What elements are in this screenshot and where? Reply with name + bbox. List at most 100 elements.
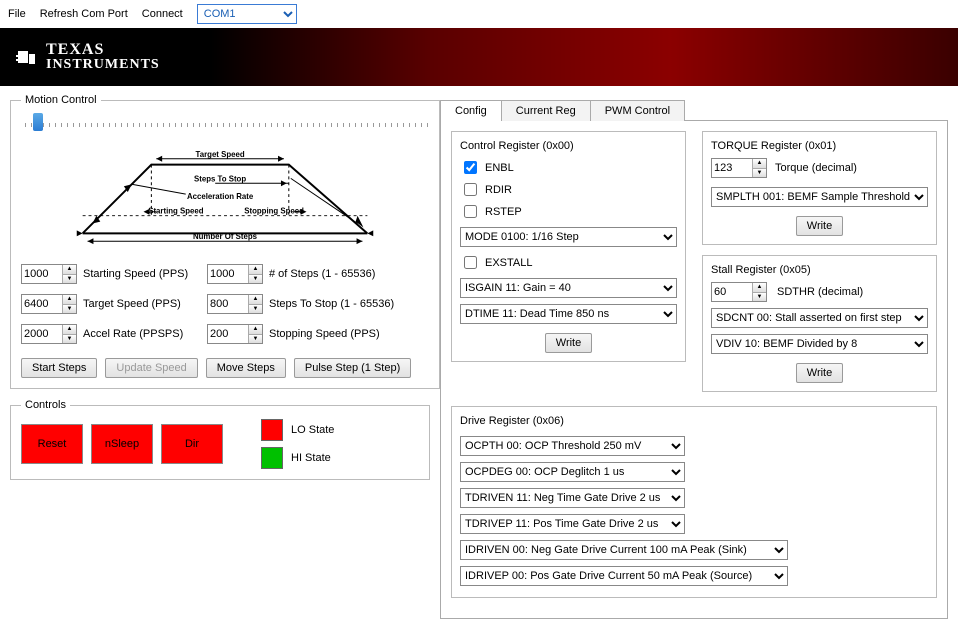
ti-wordmark: TEXAS INSTRUMENTS: [46, 42, 160, 72]
spin-up-icon[interactable]: ▲: [753, 159, 766, 169]
menu-refresh-com[interactable]: Refresh Com Port: [40, 8, 128, 20]
num-steps-label: # of Steps (1 - 65536): [269, 268, 429, 280]
stall-write-button[interactable]: Write: [796, 363, 843, 383]
control-register-title: Control Register (0x00): [460, 140, 677, 152]
ti-chip-icon: [14, 45, 38, 69]
spin-down-icon[interactable]: ▼: [753, 293, 766, 302]
nsleep-button[interactable]: nSleep: [91, 424, 153, 464]
exstall-checkbox[interactable]: [464, 256, 477, 269]
vdiv-select[interactable]: VDIV 10: BEMF Divided by 8: [711, 334, 928, 354]
state-legend: LO State HI State: [261, 419, 334, 469]
ocpdeg-select[interactable]: OCPDEG 00: OCP Deglitch 1 us: [460, 462, 685, 482]
rdir-label: RDIR: [485, 184, 512, 196]
idriven-select[interactable]: IDRIVEN 00: Neg Gate Drive Current 100 m…: [460, 540, 788, 560]
controls-group: Controls Reset nSleep Dir LO State HI St…: [10, 399, 430, 480]
tdriven-select[interactable]: TDRIVEN 11: Neg Time Gate Drive 2 us: [460, 488, 685, 508]
tdrivep-select[interactable]: TDRIVEP 11: Pos Time Gate Drive 2 us: [460, 514, 685, 534]
svg-text:Starting Speed: Starting Speed: [148, 207, 204, 216]
stopping-speed-label: Stopping Speed (PPS): [269, 328, 429, 340]
com-port-select[interactable]: COM1: [197, 4, 297, 24]
hi-state-label: HI State: [291, 452, 331, 464]
speed-slider[interactable]: [25, 123, 429, 127]
torque-write-button[interactable]: Write: [796, 216, 843, 236]
tab-pwm[interactable]: PWM Control: [590, 100, 685, 121]
dir-button[interactable]: Dir: [161, 424, 223, 464]
reset-button[interactable]: Reset: [21, 424, 83, 464]
enbl-checkbox[interactable]: [464, 161, 477, 174]
spin-down-icon[interactable]: ▼: [249, 305, 262, 314]
enbl-label: ENBL: [485, 162, 514, 174]
target-speed-label: Target Speed (PPS): [83, 298, 203, 310]
motion-params-grid: ▲▼ Starting Speed (PPS) ▲▼ # of Steps (1…: [21, 264, 429, 344]
spin-up-icon[interactable]: ▲: [63, 325, 76, 335]
config-tab-body: Control Register (0x00) ENBL RDIR RSTEP …: [440, 120, 948, 619]
spin-down-icon[interactable]: ▼: [753, 169, 766, 178]
svg-text:Stopping Speed: Stopping Speed: [244, 207, 304, 216]
spin-down-icon[interactable]: ▼: [249, 335, 262, 344]
isgain-select[interactable]: ISGAIN 11: Gain = 40: [460, 278, 677, 298]
num-steps-input[interactable]: ▲▼: [207, 264, 263, 284]
spin-up-icon[interactable]: ▲: [249, 265, 262, 275]
spin-up-icon[interactable]: ▲: [63, 265, 76, 275]
svg-text:Steps To Stop: Steps To Stop: [194, 174, 246, 183]
torque-register-group: TORQUE Register (0x01) ▲▼ Torque (decima…: [702, 131, 937, 245]
update-speed-button[interactable]: Update Speed: [105, 358, 197, 378]
spin-up-icon[interactable]: ▲: [249, 325, 262, 335]
config-tabs: Config Current Reg PWM Control: [440, 94, 948, 120]
target-speed-input[interactable]: ▲▼: [21, 294, 77, 314]
motion-control-group: Motion Control Target Speed Steps To Sto…: [10, 94, 440, 389]
dtime-select[interactable]: DTIME 11: Dead Time 850 ns: [460, 304, 677, 324]
mode-select[interactable]: MODE 0100: 1/16 Step: [460, 227, 677, 247]
idrivep-select[interactable]: IDRIVEP 00: Pos Gate Drive Current 50 mA…: [460, 566, 788, 586]
exstall-label: EXSTALL: [485, 257, 533, 269]
starting-speed-input[interactable]: ▲▼: [21, 264, 77, 284]
rdir-checkbox[interactable]: [464, 183, 477, 196]
hi-state-swatch: [261, 447, 283, 469]
rstep-label: RSTEP: [485, 206, 522, 218]
svg-text:Target Speed: Target Speed: [196, 150, 245, 159]
spin-down-icon[interactable]: ▼: [63, 305, 76, 314]
spin-down-icon[interactable]: ▼: [249, 275, 262, 284]
rstep-checkbox[interactable]: [464, 205, 477, 218]
controls-legend: Controls: [21, 399, 70, 411]
accel-rate-label: Accel Rate (PPSPS): [83, 328, 203, 340]
lo-state-label: LO State: [291, 424, 334, 436]
svg-text:Acceleration Rate: Acceleration Rate: [187, 192, 254, 201]
brand-banner: TEXAS INSTRUMENTS: [0, 28, 958, 86]
motion-profile-diagram: Target Speed Steps To Stop Acceleration …: [60, 144, 390, 254]
stopping-speed-input[interactable]: ▲▼: [207, 324, 263, 344]
ti-logo-block: TEXAS INSTRUMENTS: [0, 28, 210, 86]
steps-to-stop-input[interactable]: ▲▼: [207, 294, 263, 314]
torque-register-title: TORQUE Register (0x01): [711, 140, 928, 152]
pulse-step-button[interactable]: Pulse Step (1 Step): [294, 358, 411, 378]
starting-speed-label: Starting Speed (PPS): [83, 268, 203, 280]
menu-file[interactable]: File: [8, 8, 26, 20]
spin-up-icon[interactable]: ▲: [753, 283, 766, 293]
torque-value-label: Torque (decimal): [775, 162, 857, 174]
steps-to-stop-label: Steps To Stop (1 - 65536): [269, 298, 429, 310]
control-write-button[interactable]: Write: [545, 333, 592, 353]
move-steps-button[interactable]: Move Steps: [206, 358, 286, 378]
start-steps-button[interactable]: Start Steps: [21, 358, 97, 378]
svg-text:Number Of Steps: Number Of Steps: [193, 232, 258, 241]
spin-up-icon[interactable]: ▲: [249, 295, 262, 305]
stall-register-group: Stall Register (0x05) ▲▼ SDTHR (decimal)…: [702, 255, 937, 392]
sdthr-value-input[interactable]: ▲▼: [711, 282, 767, 302]
spin-up-icon[interactable]: ▲: [63, 295, 76, 305]
control-register-group: Control Register (0x00) ENBL RDIR RSTEP …: [451, 131, 686, 362]
tab-current[interactable]: Current Reg: [501, 100, 591, 121]
menu-connect[interactable]: Connect: [142, 8, 183, 20]
spin-down-icon[interactable]: ▼: [63, 335, 76, 344]
sdthr-value-label: SDTHR (decimal): [777, 286, 928, 298]
drive-register-title: Drive Register (0x06): [460, 415, 928, 427]
smplth-select[interactable]: SMPLTH 001: BEMF Sample Threshold 100 us: [711, 187, 928, 207]
stall-register-title: Stall Register (0x05): [711, 264, 928, 276]
sdcnt-select[interactable]: SDCNT 00: Stall asserted on first step: [711, 308, 928, 328]
motion-control-legend: Motion Control: [21, 94, 101, 106]
spin-down-icon[interactable]: ▼: [63, 275, 76, 284]
drive-register-group: Drive Register (0x06) OCPTH 00: OCP Thre…: [451, 406, 937, 598]
ocpth-select[interactable]: OCPTH 00: OCP Threshold 250 mV: [460, 436, 685, 456]
accel-rate-input[interactable]: ▲▼: [21, 324, 77, 344]
torque-value-input[interactable]: ▲▼: [711, 158, 767, 178]
tab-config[interactable]: Config: [440, 100, 502, 121]
